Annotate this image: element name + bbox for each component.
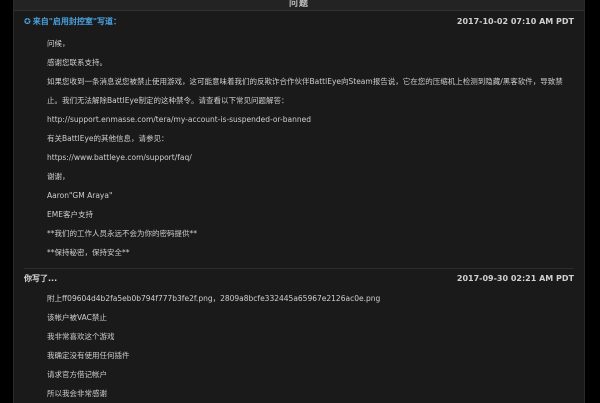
message-line: 止。我们无法解除BattlEye制定的这种禁令。请查看以下常见问题解答： xyxy=(47,96,289,105)
message-line: 感谢您联系支持。 xyxy=(47,58,107,67)
message-line: 所以我会非常感谢 xyxy=(47,389,107,398)
support-link[interactable]: http://support.enmasse.com/tera/my-accou… xyxy=(47,115,311,125)
ticket-title-bar: 问题 xyxy=(14,0,584,11)
message-header-user: 你写了... 2017-09-30 02:21 AM PDT xyxy=(24,272,574,286)
message-line: Aaron"GM Araya" xyxy=(47,191,113,200)
message-author-user: 你写了... xyxy=(24,274,58,283)
message-line: EME客户支持 xyxy=(47,210,93,219)
agent-author-label: 来自"启用封控室"写道： xyxy=(32,17,122,26)
message-header-agent: ✪ 来自"启用封控室"写道： 2017-10-02 07:10 AM PDT xyxy=(24,15,574,29)
message-line: 我确定没有使用任何插件 xyxy=(47,351,130,360)
ticket-panel: 问题 ✪ 来自"启用封控室"写道： 2017-10-02 07:10 AM PDT… xyxy=(13,0,585,403)
message-line: **保持秘密，保持安全** xyxy=(47,248,130,257)
message-timestamp-agent: 2017-10-02 07:10 AM PDT xyxy=(456,17,574,26)
battleye-faq-link[interactable]: https://www.battleye.com/support/faq/ xyxy=(47,153,192,163)
attachment-links[interactable]: 附上ff09604d4b2fa5eb0b794f777b3fe2f.png，28… xyxy=(47,294,380,304)
message-line: 问候， xyxy=(47,39,70,48)
message-line: 有关BattlEye的其他信息，请参见： xyxy=(47,134,169,143)
message-line: 谢谢， xyxy=(47,172,70,181)
message-line: **我们的工作人员永远不会为你的密码提供** xyxy=(47,229,197,238)
message-author-agent: ✪ 来自"启用封控室"写道： xyxy=(24,15,121,29)
agent-star-icon: ✪ xyxy=(24,17,31,26)
message-line: 我非常喜欢这个游戏 xyxy=(47,332,115,341)
ticket-title: 问题 xyxy=(288,0,309,9)
message-timestamp-user: 2017-09-30 02:21 AM PDT xyxy=(456,274,574,283)
message-divider xyxy=(24,268,574,269)
message-line: 该帐户被VAC禁止 xyxy=(47,313,107,322)
page-background: 问题 ✪ 来自"启用封控室"写道： 2017-10-02 07:10 AM PDT… xyxy=(0,0,600,403)
message-line: 请求官方借记帐户 xyxy=(47,370,107,379)
message-line: 如果您收到一条消息说您被禁止使用游戏，这可能意味着我们的反欺诈合作伙伴Battl… xyxy=(47,77,563,86)
